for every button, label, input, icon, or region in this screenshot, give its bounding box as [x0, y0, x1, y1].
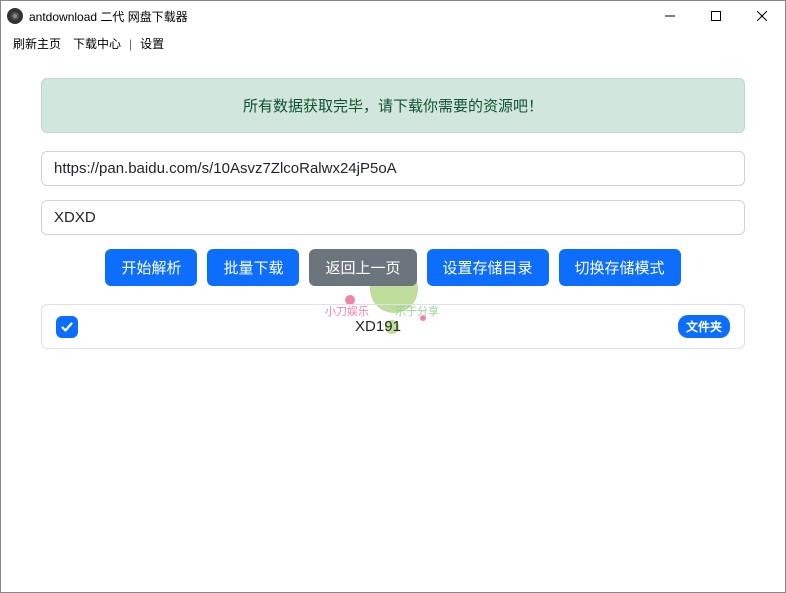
url-input[interactable] — [41, 151, 745, 186]
file-type-badge: 文件夹 — [678, 315, 730, 338]
menu-settings[interactable]: 设置 — [134, 33, 170, 54]
minimize-button[interactable] — [647, 1, 693, 31]
success-alert: 所有数据获取完毕，请下载你需要的资源吧！ — [41, 78, 745, 133]
file-checkbox[interactable] — [56, 316, 78, 338]
parse-button[interactable]: 开始解析 — [105, 249, 197, 286]
menubar: 刷新主页 下载中心 | 设置 — [1, 31, 785, 58]
app-icon — [7, 8, 23, 24]
batch-download-button[interactable]: 批量下载 — [207, 249, 299, 286]
window-controls — [647, 1, 785, 31]
back-button[interactable]: 返回上一页 — [309, 249, 416, 286]
menu-refresh[interactable]: 刷新主页 — [7, 33, 67, 54]
menu-download-center[interactable]: 下载中心 — [67, 33, 127, 54]
maximize-button[interactable] — [693, 1, 739, 31]
switch-storage-mode-button[interactable]: 切换存储模式 — [559, 249, 681, 286]
code-input[interactable] — [41, 200, 745, 235]
file-row[interactable]: XD191 文件夹 — [41, 304, 745, 349]
button-row: 开始解析 批量下载 返回上一页 设置存储目录 切换存储模式 — [41, 249, 745, 286]
main-content: 所有数据获取完毕，请下载你需要的资源吧！ 开始解析 批量下载 返回上一页 设置存… — [1, 58, 785, 369]
file-name: XD191 — [78, 318, 678, 335]
close-button[interactable] — [739, 1, 785, 31]
menu-separator: | — [127, 35, 134, 53]
window-title: antdownload 二代 网盘下载器 — [29, 8, 188, 25]
set-storage-dir-button[interactable]: 设置存储目录 — [427, 249, 549, 286]
titlebar: antdownload 二代 网盘下载器 — [1, 1, 785, 31]
